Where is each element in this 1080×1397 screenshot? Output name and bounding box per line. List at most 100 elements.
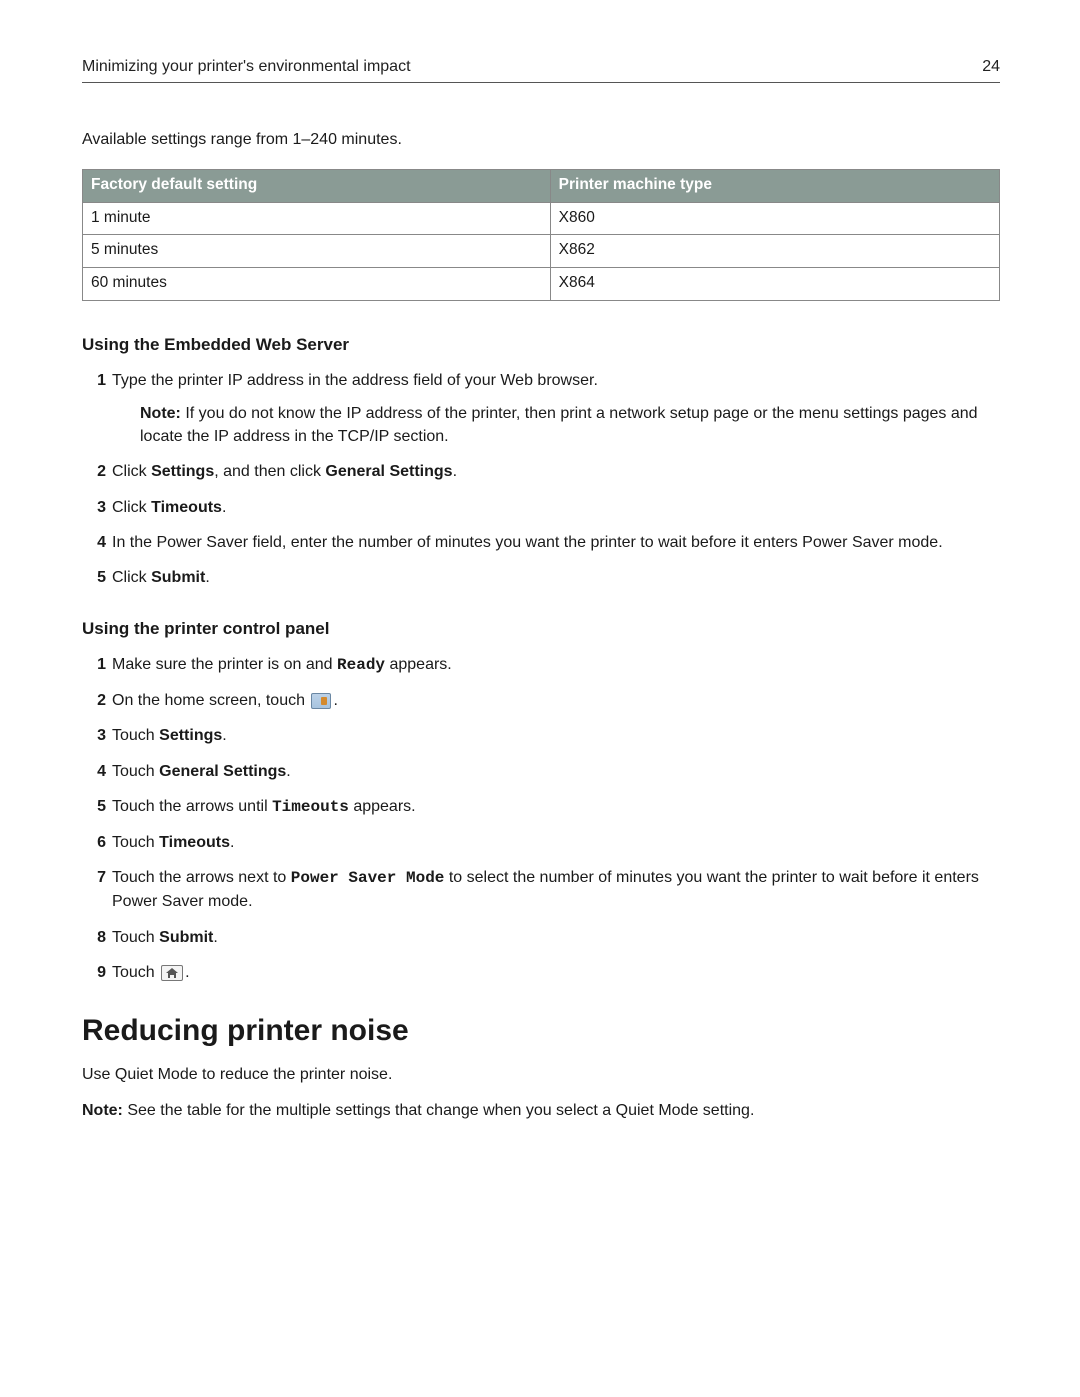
step-body: Touch Settings. [112, 724, 1000, 747]
step-number: 3 [82, 724, 106, 747]
cell-type: X864 [550, 268, 999, 301]
t: Timeouts [159, 834, 230, 851]
t: Touch [112, 727, 159, 744]
subheading-panel: Using the printer control panel [82, 619, 1000, 639]
step-number: 4 [82, 531, 106, 554]
step-number: 3 [82, 496, 106, 519]
step-number: 5 [82, 795, 106, 818]
table-header-row: Factory default setting Printer machine … [83, 170, 1000, 203]
step-number: 7 [82, 866, 106, 889]
t: . [213, 929, 217, 946]
t: Touch [112, 763, 159, 780]
t: Timeouts [151, 499, 222, 516]
step-item: 5 Touch the arrows until Timeouts appear… [82, 795, 1000, 819]
note-body: If you do not know the IP address of the… [140, 405, 978, 445]
table-row: 5 minutes X862 [83, 235, 1000, 268]
t: Touch the arrows until [112, 798, 272, 815]
step-number: 6 [82, 831, 106, 854]
step-item: 4 In the Power Saver field, enter the nu… [82, 531, 1000, 554]
subheading-web: Using the Embedded Web Server [82, 335, 1000, 355]
home-tile-icon [161, 965, 183, 981]
t: General Settings [159, 763, 286, 780]
noise-line1: Use Quiet Mode to reduce the printer noi… [82, 1064, 1000, 1086]
t: . [333, 692, 337, 709]
step-item: 3 Touch Settings. [82, 724, 1000, 747]
step-item: 6 Touch Timeouts. [82, 831, 1000, 854]
t: Ready [337, 656, 385, 674]
step-body: Make sure the printer is on and Ready ap… [112, 653, 1000, 677]
t: . [185, 964, 189, 981]
step-item: 2 Click Settings, and then click General… [82, 460, 1000, 483]
step-number: 1 [82, 653, 106, 676]
t: Settings [159, 727, 222, 744]
step-item: 8 Touch Submit. [82, 926, 1000, 949]
t: Settings [151, 463, 214, 480]
steps-web: 1 Type the printer IP address in the add… [82, 369, 1000, 589]
table-header-setting: Factory default setting [83, 170, 551, 203]
step-body: Touch . [112, 961, 1000, 984]
step-body: Touch Timeouts. [112, 831, 1000, 854]
step-body: Type the printer IP address in the addre… [112, 369, 1000, 449]
step-body: On the home screen, touch . [112, 689, 1000, 712]
t: Click [112, 569, 151, 586]
step-number: 9 [82, 961, 106, 984]
t: . [222, 499, 226, 516]
settings-tile-icon [311, 693, 331, 709]
running-header: Minimizing your printer's environmental … [82, 58, 1000, 83]
intro-text: Available settings range from 1–240 minu… [82, 131, 1000, 149]
cell-setting: 60 minutes [83, 268, 551, 301]
note-label: Note: [140, 405, 181, 422]
t: Click [112, 499, 151, 516]
step-item: 9 Touch . [82, 961, 1000, 984]
cell-type: X862 [550, 235, 999, 268]
t: . [453, 463, 457, 480]
t: Touch [112, 964, 159, 981]
t: Touch [112, 834, 159, 851]
step-body: Click Submit. [112, 566, 1000, 589]
settings-table: Factory default setting Printer machine … [82, 169, 1000, 301]
step-number: 5 [82, 566, 106, 589]
step-item: 7 Touch the arrows next to Power Saver M… [82, 866, 1000, 913]
t: Submit [151, 569, 205, 586]
table-header-type: Printer machine type [550, 170, 999, 203]
note-label: Note: [82, 1102, 123, 1119]
t: Power Saver Mode [291, 869, 445, 887]
t: Submit [159, 929, 213, 946]
cell-setting: 5 minutes [83, 235, 551, 268]
t: On the home screen, touch [112, 692, 309, 709]
noise-line2: Note: See the table for the multiple set… [82, 1100, 1000, 1122]
step-number: 8 [82, 926, 106, 949]
t: , and then click [214, 463, 325, 480]
step-number: 2 [82, 689, 106, 712]
t: . [205, 569, 209, 586]
table-row: 60 minutes X864 [83, 268, 1000, 301]
t: Touch the arrows next to [112, 869, 291, 886]
t: Click [112, 463, 151, 480]
page-content: Minimizing your printer's environmental … [0, 0, 1080, 1123]
steps-panel: 1 Make sure the printer is on and Ready … [82, 653, 1000, 984]
step-body: Click Timeouts. [112, 496, 1000, 519]
step-body: In the Power Saver field, enter the numb… [112, 531, 1000, 554]
t: Make sure the printer is on and [112, 656, 337, 673]
step-number: 4 [82, 760, 106, 783]
page-number: 24 [982, 58, 1000, 76]
t: . [222, 727, 226, 744]
section-title-noise: Reducing printer noise [82, 1014, 1000, 1048]
step-body: Touch the arrows until Timeouts appears. [112, 795, 1000, 819]
t: General Settings [325, 463, 452, 480]
step-item: 4 Touch General Settings. [82, 760, 1000, 783]
step-item: 1 Type the printer IP address in the add… [82, 369, 1000, 449]
step-item: 3 Click Timeouts. [82, 496, 1000, 519]
step-number: 1 [82, 369, 106, 392]
step-body: Touch Submit. [112, 926, 1000, 949]
note-block: Note: If you do not know the IP address … [112, 402, 1000, 448]
table-row: 1 minute X860 [83, 202, 1000, 235]
t: appears. [385, 656, 452, 673]
step-body: Click Settings, and then click General S… [112, 460, 1000, 483]
step-text: Type the printer IP address in the addre… [112, 372, 598, 389]
t: Touch [112, 929, 159, 946]
note-body: See the table for the multiple settings … [123, 1102, 755, 1119]
t: Timeouts [272, 798, 349, 816]
t: appears. [349, 798, 416, 815]
cell-setting: 1 minute [83, 202, 551, 235]
